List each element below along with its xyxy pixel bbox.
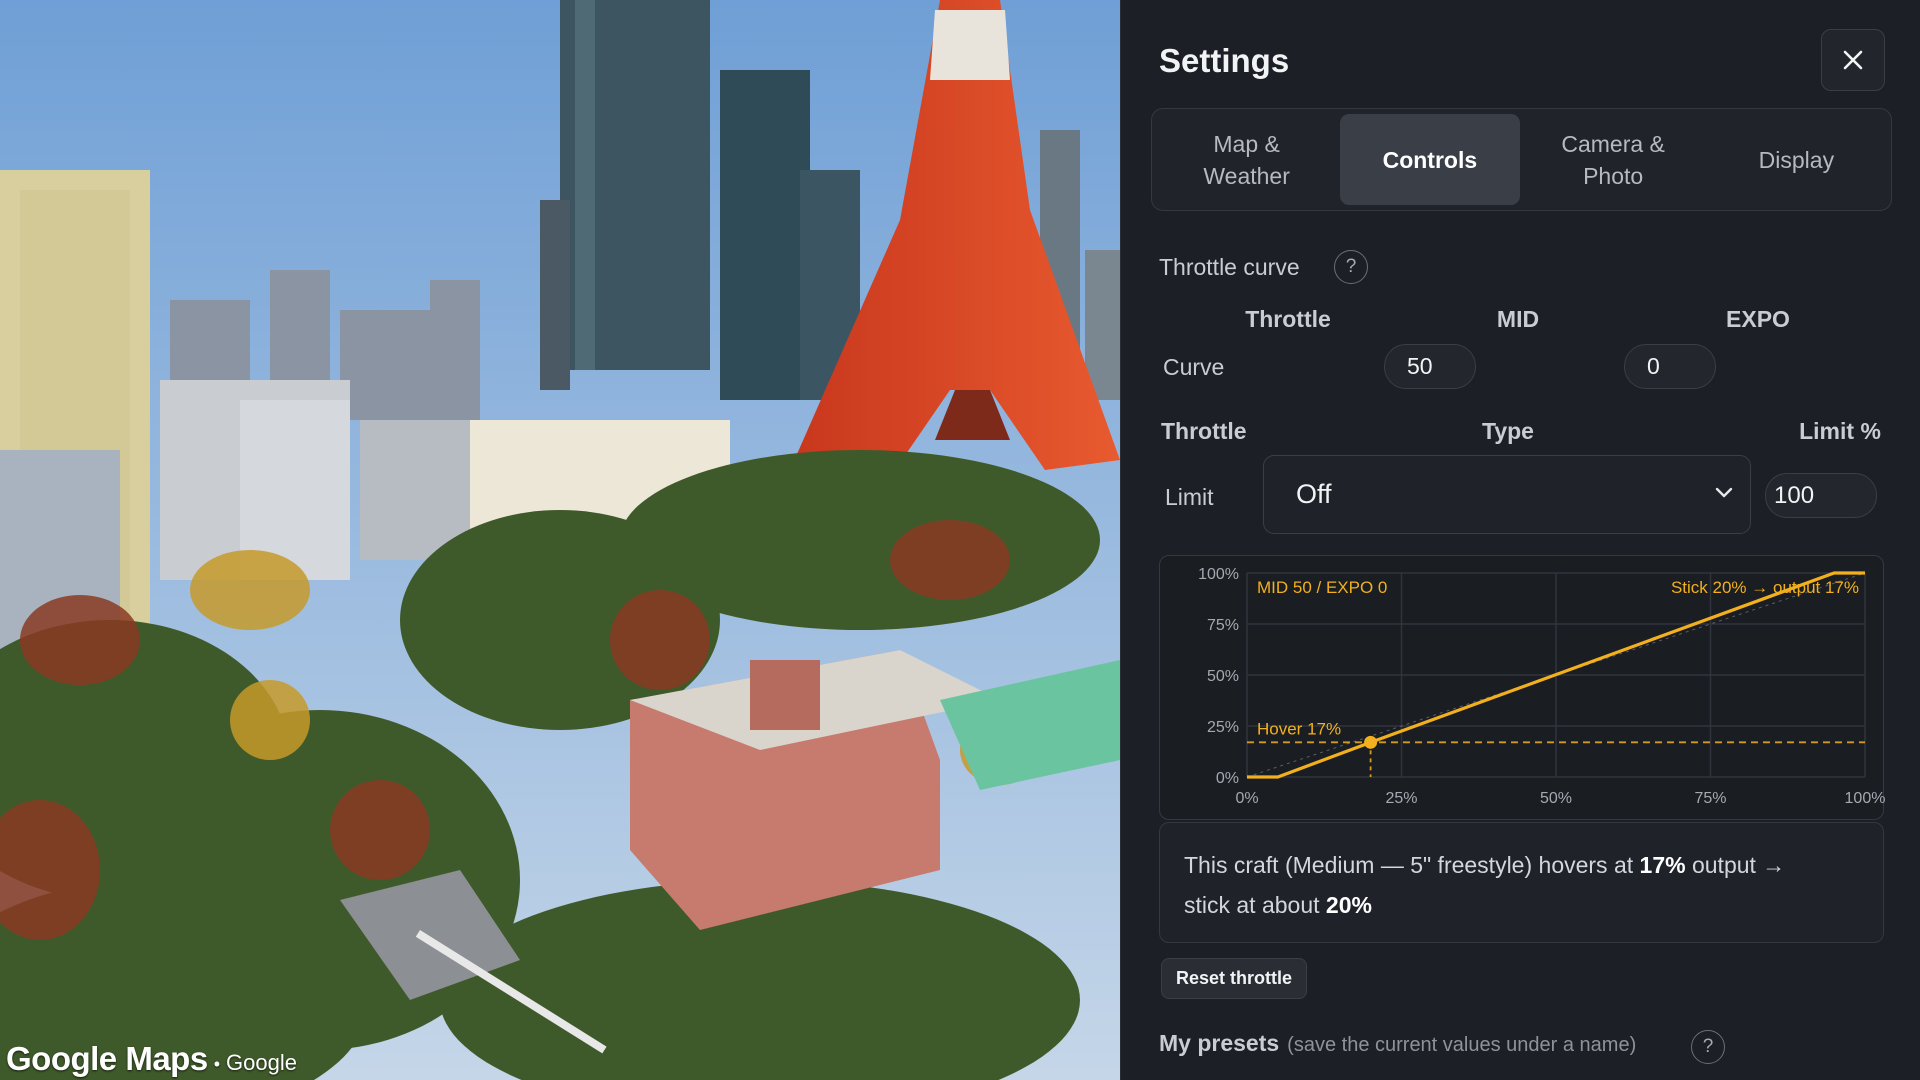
hover-info-box: This craft (Medium — 5" freestyle) hover…: [1159, 822, 1884, 943]
limit-row-label: Limit: [1165, 484, 1214, 510]
presets-header: My presets (save the current values unde…: [1159, 1030, 1636, 1057]
chart-curve-label: MID 50 / EXPO 0: [1257, 578, 1387, 597]
chart-x-tick-label-0: 0%: [1235, 790, 1258, 807]
limit-throttle-header: Throttle: [1161, 418, 1247, 444]
expo-header: EXPO: [1726, 306, 1790, 332]
google-maps-logo: Google Maps: [6, 1040, 208, 1077]
presets-hint: (save the current values under a name): [1287, 1034, 1637, 1056]
limit-percent-header: Limit %: [1799, 418, 1881, 444]
chart-x-tick-label-2: 50%: [1540, 790, 1572, 807]
presets-title: My presets: [1159, 1030, 1280, 1056]
info-line2: stick at about: [1184, 892, 1326, 918]
mid-header: MID: [1496, 306, 1540, 332]
chart-x-tick-label-3: 75%: [1694, 790, 1726, 807]
close-button[interactable]: [1821, 29, 1885, 91]
chart-y-tick-label-2: 50%: [1207, 668, 1239, 685]
close-icon: [1843, 50, 1863, 70]
chart-x-tick-label-1: 25%: [1385, 790, 1417, 807]
map-attribution: Google Maps • Google: [6, 1040, 297, 1078]
chart-y-tick-label-4: 100%: [1198, 566, 1239, 583]
chart-y-tick-label-0: 0%: [1216, 770, 1239, 787]
tab-controls[interactable]: Controls: [1340, 114, 1520, 205]
chevron-down-icon: [1715, 487, 1733, 498]
tab-camera-photo[interactable]: Camera & Photo: [1524, 114, 1703, 205]
tab-map-weather[interactable]: Map & Weather: [1157, 114, 1336, 205]
chart-hover-point: [1364, 735, 1378, 749]
panel-title: Settings: [1159, 42, 1290, 79]
mid-input[interactable]: 50: [1384, 344, 1476, 389]
throttle-curve-label: Throttle curve: [1159, 254, 1300, 280]
chart-y-tick-label-1: 25%: [1207, 719, 1239, 736]
chart-canvas: 0% 25% 50% 75% 100% 0% 25% 50% 75% 100% MID 50 / E…: [1198, 566, 1885, 807]
type-header: Type: [1482, 418, 1534, 444]
attribution-text: Google: [226, 1050, 297, 1075]
limit-percent-input[interactable]: 100: [1765, 473, 1877, 518]
info-prefix: This craft (Medium — 5" freestyle) hover…: [1184, 852, 1640, 878]
map-3d-scene[interactable]: [0, 0, 1120, 1080]
info-hover-value: 17%: [1639, 852, 1686, 878]
expo-input[interactable]: 0: [1624, 344, 1716, 389]
tab-display[interactable]: Display: [1707, 114, 1886, 205]
reset-throttle-button[interactable]: Reset throttle: [1161, 958, 1308, 999]
attribution-separator: •: [213, 1054, 220, 1074]
chart-hover-label: Hover 17%: [1257, 719, 1341, 738]
curve-throttle-header: Throttle: [1245, 306, 1331, 332]
chart-x-tick-label-4: 100%: [1845, 790, 1885, 807]
limit-type-value: Off: [1296, 479, 1332, 509]
throttle-curve-help-icon[interactable]: ?: [1334, 250, 1368, 284]
info-middle: output →: [1685, 852, 1786, 878]
limit-type-select[interactable]: Off: [1263, 455, 1751, 534]
curve-row-label: Curve: [1163, 354, 1225, 380]
info-stick-value: 20%: [1325, 892, 1372, 918]
chart-y-tick-label-3: 75%: [1207, 617, 1239, 634]
chart-stick-label: Stick 20% → output 17%: [1671, 578, 1859, 597]
presets-help-icon[interactable]: ?: [1691, 1030, 1725, 1064]
settings-panel: Settings Map & Weather Controls Camera &…: [1120, 0, 1920, 1080]
settings-tabs: Map & Weather Controls Camera & Photo Di…: [1151, 108, 1892, 211]
map-view[interactable]: Google Maps • Google: [0, 0, 1120, 1080]
throttle-curve-chart: 0% 25% 50% 75% 100% 0% 25% 50% 75% 100% MID 50 / E…: [1159, 555, 1885, 820]
